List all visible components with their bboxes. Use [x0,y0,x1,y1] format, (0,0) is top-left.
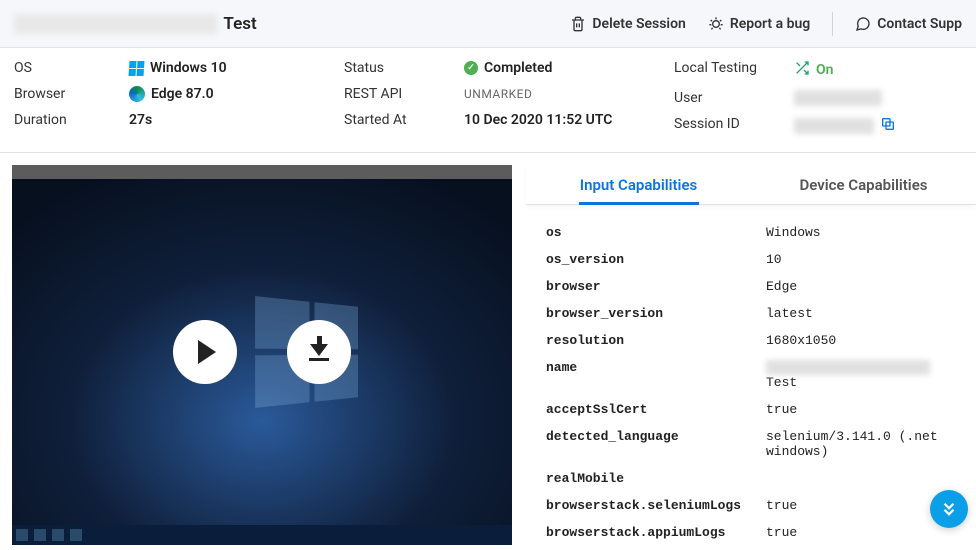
windows-icon [128,61,144,76]
session-title-suffix: Test [223,14,256,34]
play-icon [198,340,216,364]
browser-label: Browser [14,86,109,102]
status-label: Status [344,60,444,76]
cap-row-detected-language: detected_languageselenium/3.141.0 (.net … [546,429,960,459]
rest-api-label: REST API [344,86,444,102]
duration-value: 27s [129,112,334,128]
user-label: User [674,90,774,106]
header-divider [832,12,833,36]
started-at-label: Started At [344,112,444,128]
header-actions: Delete Session Report a bug Contact Supp [570,12,962,36]
cap-row-real-mobile: realMobile [546,471,960,486]
session-video [12,165,512,545]
cap-row-os: osWindows [546,225,960,240]
capabilities-tabs: Input Capabilities Device Capabilities [526,165,976,205]
download-button[interactable] [287,320,351,384]
cap-row-resolution: resolution1680x1050 [546,333,960,348]
cap-row-browser-version: browser_versionlatest [546,306,960,321]
cap-row-selenium-logs: browserstack.seleniumLogstrue [546,498,960,513]
edge-icon [129,86,145,102]
capabilities-list: osWindows os_version10 browserEdge brows… [526,205,976,545]
shuffle-icon [794,60,810,80]
copy-icon[interactable] [880,116,896,136]
os-label: OS [14,60,109,76]
os-value: Windows 10 [129,60,334,76]
session-title: martindusek21 - Windows Test [14,14,257,34]
expand-fab[interactable] [930,490,968,528]
session-id-label: Session ID [674,116,774,136]
report-bug-button[interactable]: Report a bug [708,16,810,32]
report-bug-label: Report a bug [730,16,810,32]
session-meta: OS Windows 10 Browser Edge 87.0 Duration… [0,48,976,153]
capabilities-pane: Input Capabilities Device Capabilities o… [526,165,976,545]
cap-row-accept-ssl: acceptSslCerttrue [546,402,960,417]
rest-api-value: UNMARKED [464,86,664,102]
cap-row-os-version: os_version10 [546,252,960,267]
tab-input-capabilities[interactable]: Input Capabilities [526,165,751,204]
chat-icon [855,16,871,32]
delete-session-label: Delete Session [592,16,685,32]
chevron-double-down-icon [940,500,958,518]
user-value: Martin Dusek [794,90,962,106]
meta-col-1: OS Windows 10 Browser Edge 87.0 Duration… [14,60,334,136]
cap-row-browser: browserEdge [546,279,960,294]
main-content: Input Capabilities Device Capabilities o… [0,153,976,545]
check-circle-icon [464,61,478,75]
delete-session-button[interactable]: Delete Session [570,16,685,32]
contact-support-label: Contact Supp [877,16,962,32]
browser-value: Edge 87.0 [129,86,334,102]
local-testing-value: On [794,60,962,80]
video-frame [12,179,512,525]
contact-support-button[interactable]: Contact Supp [855,16,962,32]
video-taskbar [12,525,512,545]
bug-icon [708,16,724,32]
cap-row-name: namemartindusek21-Windows Test [546,360,960,390]
status-value: Completed [464,60,664,76]
trash-icon [570,16,586,32]
duration-label: Duration [14,112,109,128]
video-controls [12,179,512,525]
started-at-value: 10 Dec 2020 11:52 UTC [464,112,664,128]
download-icon [309,344,329,361]
meta-col-2: Status Completed REST API UNMARKED Start… [344,60,664,136]
meta-col-3: Local Testing On User Martin Dusek Sessi… [674,60,962,136]
local-testing-label: Local Testing [674,60,774,80]
session-id-value: a1f0bb2c [794,116,962,136]
cap-row-appium-logs: browserstack.appiumLogstrue [546,525,960,540]
play-button[interactable] [173,320,237,384]
session-header: martindusek21 - Windows Test Delete Sess… [0,0,976,48]
tab-device-capabilities[interactable]: Device Capabilities [751,165,976,204]
session-title-prefix: martindusek21 - Windows [14,14,217,34]
